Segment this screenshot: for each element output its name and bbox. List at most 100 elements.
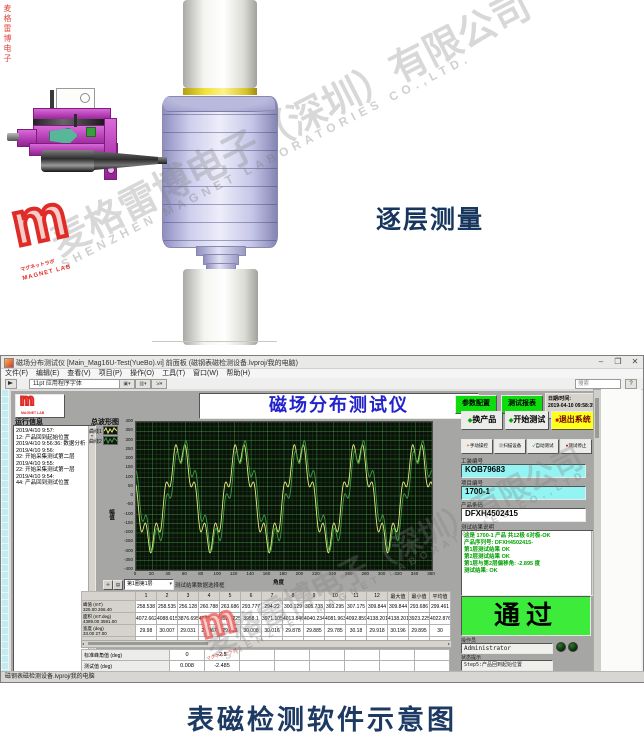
exit-system-button[interactable]: ■退出系统 bbox=[551, 411, 595, 430]
run-button[interactable] bbox=[5, 379, 17, 389]
layer-select-dropdown[interactable]: 第1圈第1层 ▾ bbox=[124, 579, 174, 590]
search-input[interactable]: 搜索 bbox=[575, 379, 621, 389]
change-product-button[interactable]: ◆换产品 bbox=[461, 411, 503, 430]
test-result-textarea[interactable]: ▴▾ 这是 1700-1 产品 共12极 6对极-OK产品序列号: DFXH45… bbox=[461, 530, 599, 596]
datetime-value: 2019-04-10 09:58:35 星期三 bbox=[548, 403, 594, 410]
minimize-button[interactable]: – bbox=[593, 356, 609, 368]
probe-adjust-bolt bbox=[7, 133, 19, 141]
export-data-icon[interactable]: ▤ bbox=[113, 580, 123, 590]
close-button[interactable]: ✕ bbox=[627, 356, 643, 368]
angle-row-label: 测试值 (deg) bbox=[82, 661, 170, 672]
menu-operate[interactable]: 操作(O) bbox=[126, 369, 158, 378]
column-header: 3 bbox=[178, 592, 199, 601]
menu-project[interactable]: 项目(P) bbox=[95, 369, 126, 378]
legend-item-curve2[interactable]: 曲线2 bbox=[89, 436, 118, 445]
value-cell: 4138.201 bbox=[388, 613, 409, 625]
legend-curve1-label: 曲线1 bbox=[89, 429, 102, 435]
x-tick-label: 40 bbox=[161, 571, 175, 576]
probe-tip bbox=[158, 157, 167, 164]
empty-cell bbox=[345, 650, 380, 661]
resize-objects-dropdown[interactable]: ⇲▾ bbox=[151, 379, 167, 389]
font-selector-dropdown[interactable]: 11pt 应用程序字体 bbox=[29, 379, 120, 389]
status-led-2 bbox=[568, 642, 578, 652]
y-axis-ticks: 400350300250200150100500-50-100-150-200-… bbox=[117, 421, 133, 569]
graph-palette-icon[interactable]: ✛ bbox=[103, 580, 113, 590]
value-cell: 4138.201 bbox=[367, 613, 388, 625]
y-tick-label: 150 bbox=[117, 464, 133, 469]
y-tick-label: -250 bbox=[117, 538, 133, 543]
test-stop-button[interactable]: ●测试停止 bbox=[560, 439, 592, 454]
magnet-rotor-top-cap bbox=[163, 97, 275, 112]
empty-cell bbox=[415, 650, 450, 661]
probe-top-box-hole bbox=[80, 93, 90, 103]
angle-table[interactable]: 标准峰角值 (deg)0-2.5测试值 (deg)0.008-2.485 bbox=[81, 649, 450, 672]
result-table-hscrollbar[interactable]: ◂▸ bbox=[81, 640, 452, 648]
cad-illustration: 麦格雷博电子 麦格雷博电子（深圳）有限公司 SHENZHEN MAGNET LA… bbox=[0, 0, 644, 354]
auto-test-button[interactable]: ✓自动测试 bbox=[527, 439, 559, 454]
window-title: 磁场分布测试仪 [Main_Mag16U-Test(YueBo).vi] 前面板… bbox=[16, 358, 298, 368]
column-header: 11 bbox=[346, 592, 367, 601]
upper-spindle-cylinder bbox=[183, 0, 257, 88]
empty-cell bbox=[275, 650, 310, 661]
left-edge-vertical-logo-text: 麦格雷博电子 bbox=[2, 4, 13, 64]
result-table[interactable]: 123456789101112最大值最小值平均值峰值 (mT)325.00 26… bbox=[81, 591, 451, 645]
value-cell: 29.895 bbox=[409, 625, 430, 637]
operator-field[interactable]: Administrator bbox=[461, 643, 553, 654]
empty-cell bbox=[380, 650, 415, 661]
y-tick-label: -50 bbox=[117, 501, 133, 506]
header-logo-box: m MAGNET LAB bbox=[15, 394, 65, 418]
empty-cell bbox=[240, 661, 275, 672]
data-select-label: 测试结果数据选择框 bbox=[175, 581, 225, 589]
distribute-objects-dropdown[interactable]: ▥▾ bbox=[135, 379, 151, 389]
probe-green-block bbox=[86, 127, 96, 137]
align-objects-dropdown[interactable]: ▣▾ bbox=[119, 379, 135, 389]
y-tick-label: 300 bbox=[117, 437, 133, 442]
empty-cell bbox=[415, 661, 450, 672]
x-tick-label: 200 bbox=[292, 571, 306, 576]
waveform-plot[interactable] bbox=[135, 421, 433, 571]
empty-cell bbox=[275, 661, 310, 672]
product-barcode-field[interactable]: DFXH4502415 bbox=[461, 508, 586, 522]
x-tick-label: 360 bbox=[424, 571, 438, 576]
y-tick-label: -350 bbox=[117, 557, 133, 562]
menu-file[interactable]: 文件(F) bbox=[1, 369, 32, 378]
empty-cell bbox=[310, 661, 345, 672]
menu-edit[interactable]: 编辑(E) bbox=[32, 369, 63, 378]
x-tick-label: 180 bbox=[276, 571, 290, 576]
menu-tools[interactable]: 工具(T) bbox=[158, 369, 189, 378]
menu-window[interactable]: 窗口(W) bbox=[189, 369, 222, 378]
result-line: 第2层测试结果 OK bbox=[464, 554, 590, 561]
value-cell: 30.016 bbox=[262, 625, 283, 637]
result-line: 第1层测试结果 OK bbox=[464, 547, 590, 554]
value-cell: 4081.963 bbox=[325, 613, 346, 625]
column-header: 最大值 bbox=[388, 592, 409, 601]
value-cell: 4022.876 bbox=[430, 613, 451, 625]
curve1-legend-icon bbox=[103, 426, 118, 435]
empty-cell bbox=[380, 661, 415, 672]
start-test-button[interactable]: ◆开始测试 bbox=[505, 411, 549, 430]
maximize-button[interactable]: ❐ bbox=[610, 356, 626, 368]
y-tick-label: 250 bbox=[117, 446, 133, 451]
menu-help[interactable]: 帮助(H) bbox=[222, 369, 254, 378]
manual-control-button[interactable]: ✦手动操控 bbox=[461, 439, 493, 454]
panel-right-margin bbox=[601, 389, 641, 672]
angle-value-cell: -2.485 bbox=[205, 661, 240, 672]
scan-device-button[interactable]: ▦扫描设备 bbox=[494, 439, 526, 454]
row-label: 宽度 (deg)33.00 27.00 bbox=[82, 625, 136, 637]
y-tick-label: 400 bbox=[117, 418, 133, 423]
angle-table-row: 测试值 (deg)0.008-2.485 bbox=[82, 661, 450, 672]
table-row: 峰值 (mT)325.00 266.40258.538258.535256.12… bbox=[82, 601, 451, 613]
project-number-field[interactable]: 1700-1 bbox=[461, 486, 586, 500]
legend-item-curve1[interactable]: 曲线1 bbox=[89, 426, 118, 435]
title-bar[interactable]: 磁场分布测试仪 [Main_Mag16U-Test(YueBo).vi] 前面板… bbox=[1, 356, 643, 369]
probe-cone bbox=[94, 151, 160, 170]
status-hint-field[interactable]: Step5:产品回到起始位置 bbox=[461, 660, 553, 671]
vi-icon bbox=[4, 358, 14, 368]
menu-view[interactable]: 查看(V) bbox=[63, 369, 94, 378]
help-icon[interactable]: ? bbox=[625, 379, 637, 389]
tooling-number-field[interactable]: KOB79683 bbox=[461, 464, 586, 478]
y-tick-label: -150 bbox=[117, 520, 133, 525]
table-row: 面积 (mT.deg)4389.00 3591.004072.6624088.6… bbox=[82, 613, 451, 625]
legend-curve2-label: 曲线2 bbox=[89, 439, 102, 445]
x-tick-label: 120 bbox=[227, 571, 241, 576]
